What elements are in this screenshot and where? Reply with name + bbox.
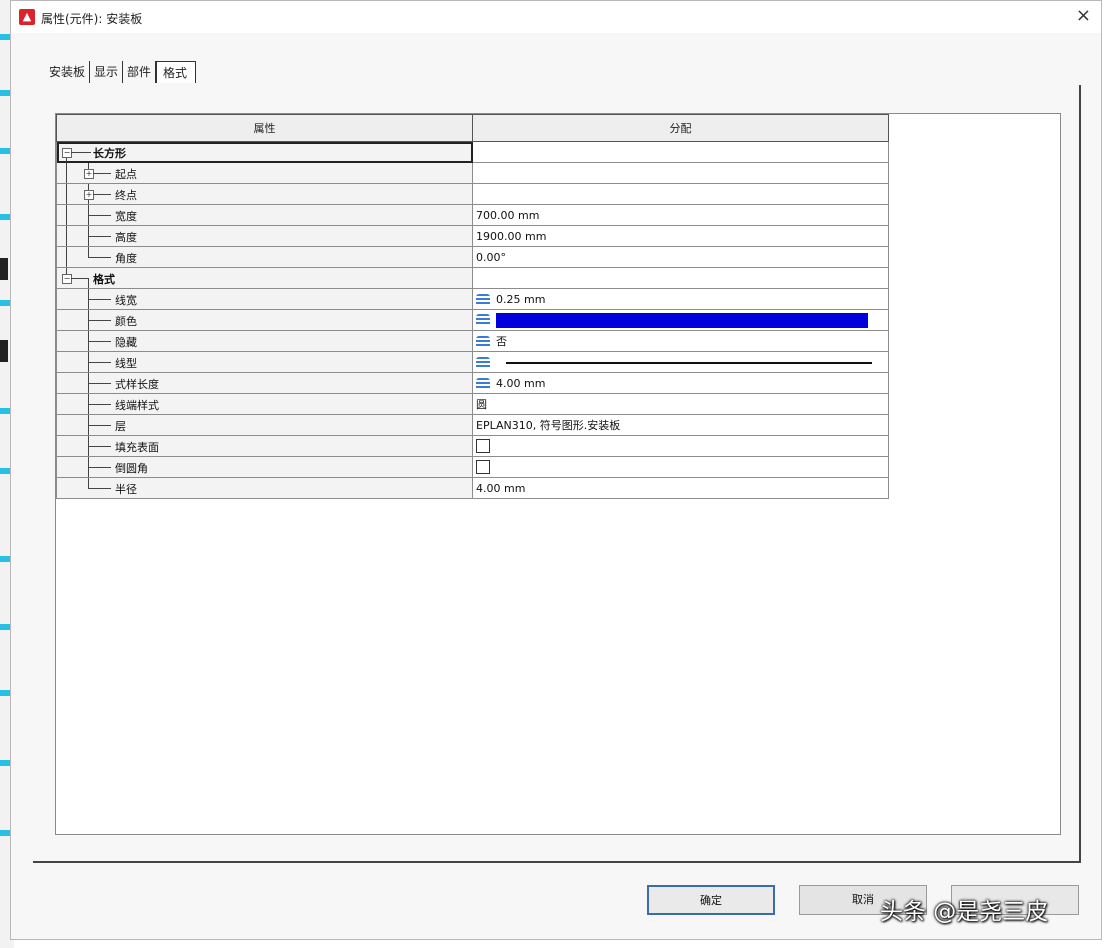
property-name: 线宽 — [115, 294, 137, 307]
collapse-icon[interactable]: − — [62, 274, 72, 284]
rounded-corner-checkbox[interactable] — [476, 460, 490, 474]
property-value[interactable]: 0.00° — [472, 246, 889, 268]
property-value[interactable]: 4.00 mm — [472, 477, 889, 499]
property-name: 颜色 — [115, 315, 137, 328]
column-header-value[interactable]: 分配 — [472, 114, 889, 142]
table-row[interactable]: 角度 0.00° — [56, 246, 889, 268]
tab-format[interactable]: 格式 — [156, 61, 197, 83]
property-name: 长方形 — [93, 147, 126, 160]
tab-mounting-panel[interactable]: 安装板 — [45, 61, 91, 83]
property-value[interactable]: 圆 — [472, 393, 889, 415]
property-name: 格式 — [93, 273, 115, 286]
color-swatch[interactable] — [496, 312, 868, 328]
property-grid: 属性 分配 − 长方形 + 起点 + 终点 宽度 700.00 mm 高度 19… — [55, 113, 1061, 835]
property-name: 半径 — [115, 483, 137, 496]
ok-button[interactable]: 确定 — [647, 885, 775, 915]
properties-dialog: ▲ 属性(元件): 安装板 × 安装板 显示 部件 格式 属性 分配 − 长方形… — [10, 0, 1102, 940]
property-value[interactable]: EPLAN310, 符号图形.安装板 — [472, 414, 889, 436]
eplan-app-icon: ▲ — [19, 9, 35, 25]
property-name: 起点 — [115, 168, 137, 181]
layer-stack-icon — [476, 377, 490, 390]
tab-bar: 安装板 显示 部件 格式 — [45, 61, 197, 83]
property-name: 倒圆角 — [115, 462, 148, 475]
column-header-property[interactable]: 属性 — [56, 114, 473, 142]
property-value: 0.25 mm — [496, 292, 546, 306]
table-row[interactable]: 层 EPLAN310, 符号图形.安装板 — [56, 414, 889, 436]
table-row[interactable]: 隐藏 否 — [56, 330, 889, 352]
property-name: 线端样式 — [115, 399, 159, 412]
property-name: 终点 — [115, 189, 137, 202]
property-name: 线型 — [115, 357, 137, 370]
property-value[interactable] — [472, 267, 889, 289]
dialog-title: 属性(元件): 安装板 — [41, 12, 143, 26]
expand-icon[interactable]: + — [84, 169, 94, 179]
table-row[interactable]: 倒圆角 — [56, 456, 889, 478]
table-row[interactable]: − 长方形 — [56, 141, 889, 163]
property-name: 填充表面 — [115, 441, 159, 454]
table-row[interactable]: 线型 — [56, 351, 889, 373]
title-bar: ▲ 属性(元件): 安装板 × — [11, 1, 1101, 33]
table-row[interactable]: 线宽 0.25 mm — [56, 288, 889, 310]
property-value[interactable] — [472, 141, 889, 163]
property-name: 层 — [115, 420, 126, 433]
property-name: 角度 — [115, 252, 137, 265]
table-row[interactable]: + 起点 — [56, 162, 889, 184]
property-value[interactable] — [472, 183, 889, 205]
linetype-preview[interactable] — [506, 361, 872, 364]
layer-stack-icon — [476, 356, 490, 369]
layer-stack-icon — [476, 314, 490, 326]
tab-parts[interactable]: 部件 — [123, 61, 157, 83]
property-table: 属性 分配 − 长方形 + 起点 + 终点 宽度 700.00 mm 高度 19… — [56, 114, 889, 499]
table-row[interactable]: − 格式 — [56, 267, 889, 289]
layer-stack-icon — [476, 293, 490, 306]
collapse-icon[interactable]: − — [62, 148, 72, 158]
tab-display[interactable]: 显示 — [90, 61, 124, 83]
table-row[interactable]: + 终点 — [56, 183, 889, 205]
table-row[interactable]: 半径 4.00 mm — [56, 477, 889, 499]
table-row[interactable]: 线端样式 圆 — [56, 393, 889, 415]
watermark-text: 头条 @是尧三皮 — [880, 899, 1049, 925]
property-value[interactable]: 1900.00 mm — [472, 225, 889, 247]
table-row[interactable]: 宽度 700.00 mm — [56, 204, 889, 226]
property-name: 高度 — [115, 231, 137, 244]
property-value[interactable] — [472, 162, 889, 184]
table-row[interactable]: 颜色 — [56, 309, 889, 331]
table-row[interactable]: 高度 1900.00 mm — [56, 225, 889, 247]
property-value: 否 — [496, 335, 507, 348]
table-row[interactable]: 填充表面 — [56, 435, 889, 457]
property-name: 宽度 — [115, 210, 137, 223]
property-value: 4.00 mm — [496, 376, 546, 390]
property-name: 式样长度 — [115, 378, 159, 391]
fill-surface-checkbox[interactable] — [476, 439, 490, 453]
table-row[interactable]: 式样长度 4.00 mm — [56, 372, 889, 394]
layer-stack-icon — [476, 336, 490, 348]
expand-icon[interactable]: + — [84, 190, 94, 200]
property-name: 隐藏 — [115, 336, 137, 349]
close-button[interactable]: × — [1076, 5, 1091, 26]
property-value[interactable]: 700.00 mm — [472, 204, 889, 226]
